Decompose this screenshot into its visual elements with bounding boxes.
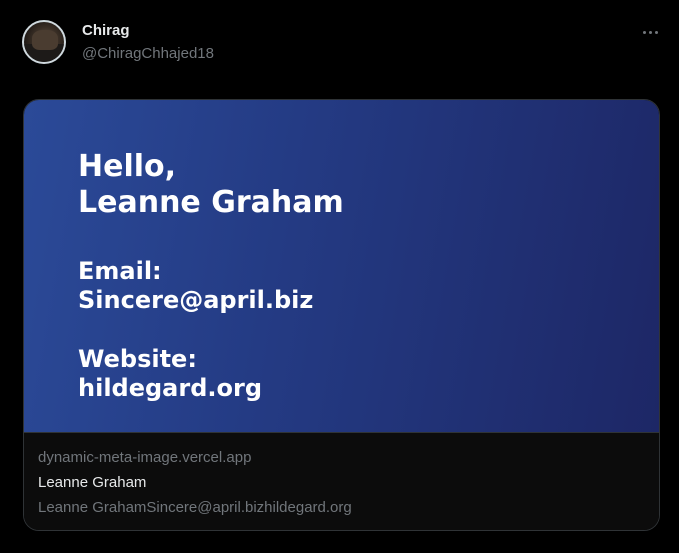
card-image-email: Email: Sincere@april.biz bbox=[78, 257, 313, 315]
more-horizontal-icon-dot bbox=[654, 30, 658, 34]
more-options-button[interactable] bbox=[638, 22, 662, 42]
avatar-face bbox=[32, 30, 58, 50]
card-title: Leanne Graham bbox=[38, 474, 147, 491]
more-horizontal-icon bbox=[642, 30, 646, 34]
card-image[interactable]: Hello, Leanne Graham Email: Sincere@apri… bbox=[24, 100, 659, 433]
card-domain: dynamic-meta-image.vercel.app bbox=[38, 449, 252, 466]
tweet-header: Chirag @ChiragChhajed18 bbox=[22, 18, 662, 68]
email-value: Sincere@april.biz bbox=[78, 285, 314, 314]
card-image-greeting: Hello, Leanne Graham bbox=[78, 149, 344, 221]
more-horizontal-icon-dot bbox=[648, 30, 652, 34]
website-label: Website: bbox=[78, 345, 197, 373]
link-preview-card[interactable]: Hello, Leanne Graham Email: Sincere@apri… bbox=[23, 99, 660, 531]
card-meta[interactable]: dynamic-meta-image.vercel.app Leanne Gra… bbox=[24, 433, 659, 530]
website-value: hildegard.org bbox=[78, 373, 263, 402]
display-name[interactable]: Chirag bbox=[82, 22, 130, 39]
card-image-website: Website: hildegard.org bbox=[78, 345, 262, 403]
avatar[interactable] bbox=[22, 20, 66, 64]
user-handle[interactable]: @ChiragChhajed18 bbox=[82, 45, 214, 62]
card-description: Leanne GrahamSincere@april.bizhildegard.… bbox=[38, 499, 352, 516]
email-label: Email: bbox=[78, 257, 162, 285]
greeting-line-2: Leanne Graham bbox=[78, 185, 344, 220]
greeting-line-1: Hello, bbox=[78, 149, 177, 184]
